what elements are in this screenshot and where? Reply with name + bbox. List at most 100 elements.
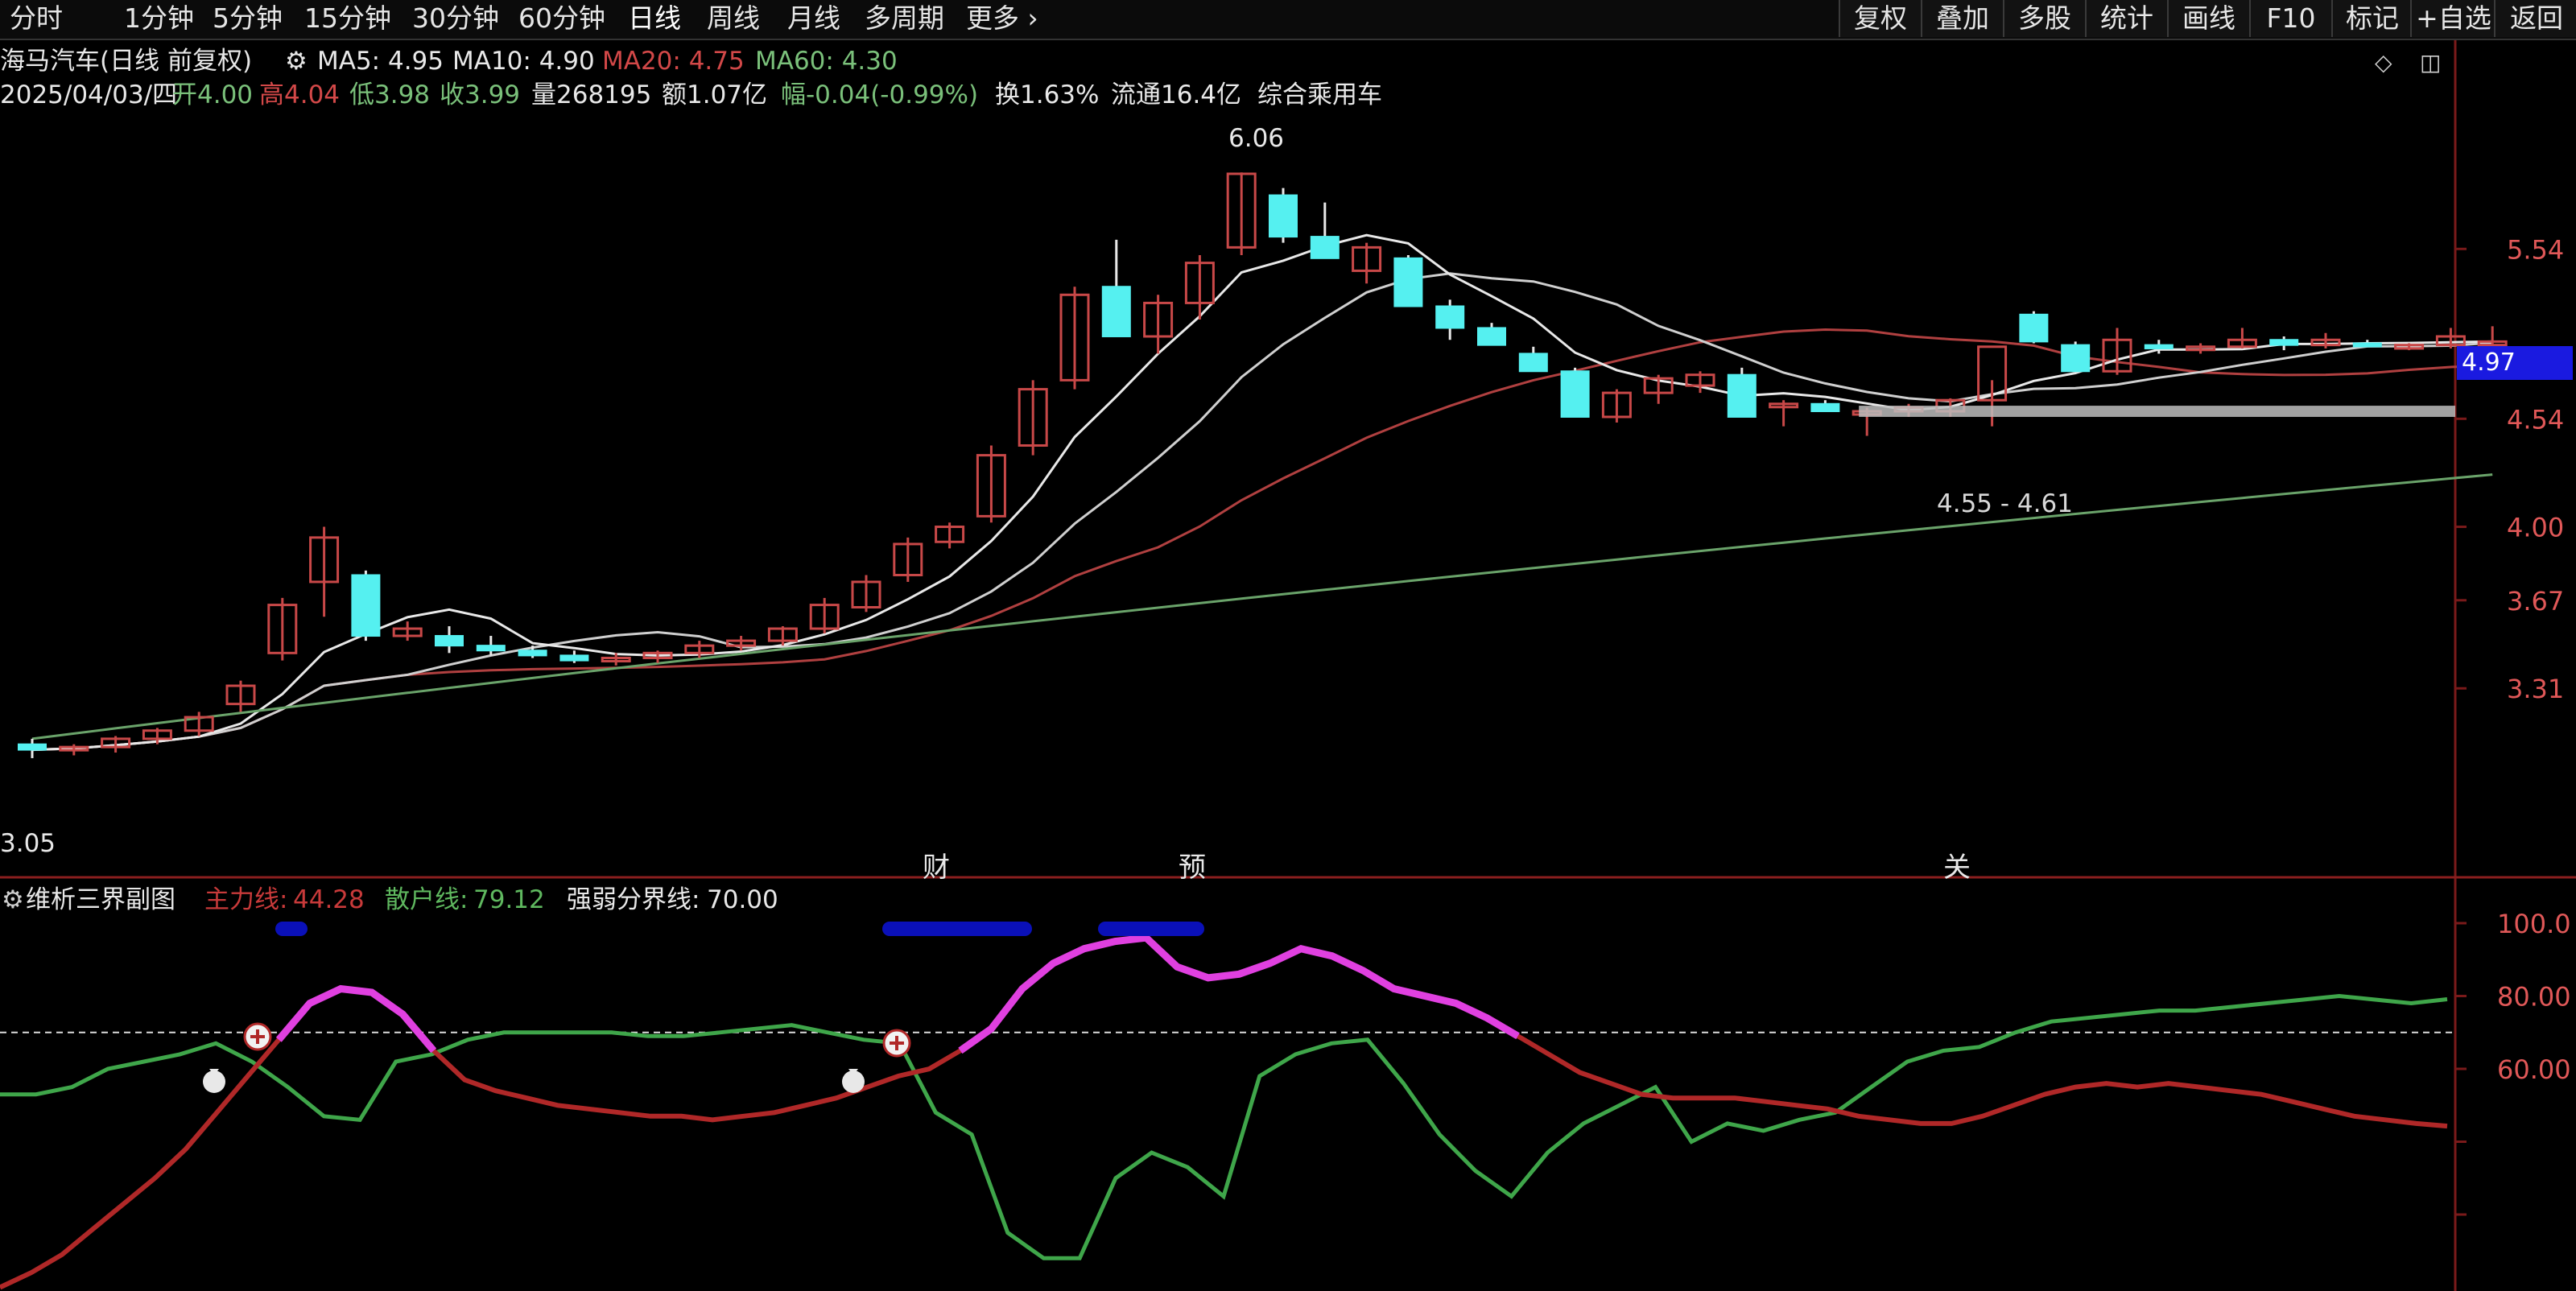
settings-icon[interactable]: ⚙	[285, 45, 308, 77]
candle-body	[435, 635, 464, 647]
candle-body	[2144, 344, 2174, 349]
candle-body	[1435, 305, 1465, 329]
ma20-label: MA20: 4.75	[602, 47, 745, 76]
candle	[2269, 336, 2299, 351]
event-tag-notice[interactable]: 关	[1943, 845, 1971, 885]
tab-15min[interactable]: 15分钟	[304, 0, 391, 37]
tab-monthly[interactable]: 月线	[787, 0, 840, 37]
candle-body	[18, 743, 47, 751]
ma5-label: MA5: 4.95	[317, 47, 444, 76]
ma10-line	[31, 272, 2493, 752]
candle	[809, 597, 840, 634]
candle	[18, 738, 47, 758]
candle	[392, 621, 423, 641]
candle	[2102, 328, 2132, 375]
tab-30min[interactable]: 30分钟	[412, 0, 499, 37]
ma20-line	[31, 328, 2493, 752]
tab-5min[interactable]: 5分钟	[213, 0, 283, 37]
candle	[1310, 202, 1340, 259]
candle-body	[2061, 344, 2091, 373]
candle	[1393, 254, 1423, 307]
add-watchlist-button[interactable]: +自选	[2410, 0, 2496, 37]
indicator-lines	[0, 922, 2455, 1290]
quote-turnover: 换1.63%	[995, 80, 1100, 109]
price-tick-label-3: 3.67	[2507, 586, 2564, 617]
main-line-value: 44.28	[293, 885, 365, 914]
candle	[1560, 367, 1590, 418]
price-tick-label-2: 4.00	[2507, 513, 2564, 543]
overlay-button[interactable]: 叠加	[1921, 0, 2003, 37]
candle	[2352, 340, 2382, 348]
price-tick-label-1: 4.54	[2507, 404, 2564, 435]
candle	[1059, 287, 1090, 390]
candle-body	[1518, 353, 1548, 373]
candle	[1477, 323, 1506, 346]
candle	[1601, 389, 1632, 423]
main-strong-segment	[958, 934, 1520, 1054]
candle	[1810, 400, 1840, 412]
candle	[935, 522, 965, 549]
ind-tick-label-2: 60.00	[2497, 1054, 2571, 1085]
high-price-label: 6.06	[1228, 124, 1285, 153]
candle-body	[1810, 402, 1840, 412]
event-tag-forecast[interactable]: 预	[1179, 845, 1206, 885]
low-price-label: 3.05	[0, 829, 56, 858]
tab-1min[interactable]: 1分钟	[124, 0, 194, 37]
candle	[642, 650, 673, 663]
candle-body	[2019, 313, 2049, 343]
indicator-settings-icon[interactable]: ⚙	[2, 884, 24, 916]
candle	[1352, 242, 1382, 284]
chart-canvas: 5.54 4.54 4.00 3.67 3.31 100.0 80.00 60.00	[0, 39, 2576, 1291]
tab-intraday[interactable]: 分时	[10, 0, 63, 37]
quote-float: 流通16.4亿	[1111, 80, 1242, 109]
candle	[267, 597, 298, 661]
diamond-icon[interactable]: ◇	[2375, 47, 2392, 79]
quote-low: 低3.98	[349, 80, 431, 109]
candle-body	[476, 645, 506, 652]
strength-band	[882, 922, 1032, 936]
tab-daily[interactable]: 日线	[628, 0, 681, 37]
adjust-button[interactable]: 复权	[1839, 0, 1921, 37]
candle-body	[2352, 342, 2382, 348]
candle	[1643, 374, 1674, 404]
quote-high: 高4.04	[259, 80, 341, 109]
event-tag-finance[interactable]: 财	[923, 845, 950, 885]
back-button[interactable]: 返回	[2494, 0, 2576, 37]
window-icon[interactable]: ◫	[2420, 47, 2441, 79]
stock-title: 海马汽车(日线 前复权)	[0, 47, 253, 76]
candlestick-series[interactable]	[18, 172, 2508, 758]
tab-multi-period[interactable]: 多周期	[865, 0, 944, 37]
candle	[1435, 299, 1465, 340]
tab-more[interactable]: 更多 ›	[966, 0, 1038, 37]
stats-button[interactable]: 统计	[2085, 0, 2167, 37]
candle	[851, 575, 881, 613]
candle	[435, 626, 464, 654]
candle	[351, 570, 381, 641]
f10-button[interactable]: F10	[2249, 0, 2331, 37]
candle-body	[559, 654, 589, 662]
multi-stock-button[interactable]: 多股	[2003, 0, 2085, 37]
ma60-label: MA60: 4.30	[755, 47, 898, 76]
candle-body	[1727, 373, 1757, 418]
candle	[1184, 254, 1215, 320]
draw-button[interactable]: 画线	[2167, 0, 2249, 37]
candle	[309, 526, 340, 617]
boundary-value: 70.00	[707, 885, 778, 914]
tab-60min[interactable]: 60分钟	[518, 0, 605, 37]
ma5-line	[31, 233, 2493, 752]
price-tick-label-4: 3.31	[2507, 674, 2564, 704]
candle	[559, 650, 589, 663]
tab-weekly[interactable]: 周线	[707, 0, 760, 37]
candle	[225, 680, 256, 712]
main-strong-segment	[275, 984, 437, 1054]
retail-line-value: 79.12	[473, 885, 545, 914]
candle-body	[2269, 339, 2299, 346]
indicator-name[interactable]: 维析三界副图	[26, 884, 175, 916]
mark-button[interactable]: 标记	[2331, 0, 2412, 37]
candle	[1018, 380, 1048, 456]
candle	[2019, 311, 2049, 344]
retail-line	[0, 993, 2448, 1260]
candle	[1518, 346, 1548, 373]
candle	[1101, 239, 1131, 337]
main-line-label: 主力线:	[204, 885, 288, 914]
